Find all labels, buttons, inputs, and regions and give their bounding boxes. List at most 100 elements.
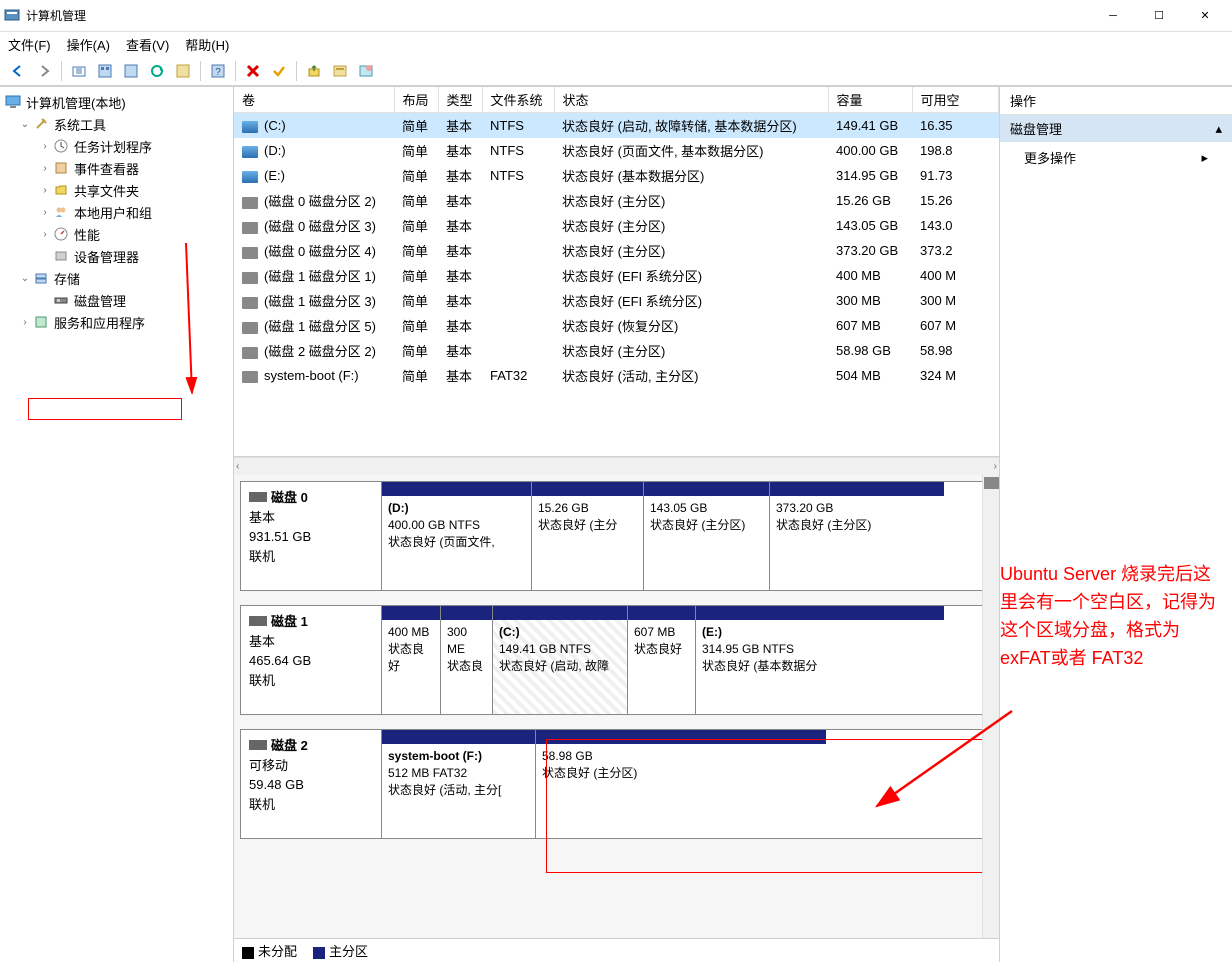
col-free[interactable]: 可用空 — [912, 87, 999, 113]
expand-icon[interactable]: › — [38, 207, 52, 218]
volume-icon — [242, 322, 258, 334]
tools-icon — [32, 116, 50, 132]
menubar: 文件(F) 操作(A) 查看(V) 帮助(H) — [0, 32, 1232, 56]
col-volume[interactable]: 卷 — [234, 87, 394, 113]
partition[interactable]: system-boot (F:)512 MB FAT32状态良好 (活动, 主分… — [382, 730, 536, 838]
menu-view[interactable]: 查看(V) — [126, 35, 169, 54]
actions-section[interactable]: 磁盘管理 ▴ — [1000, 115, 1232, 142]
table-row[interactable]: (磁盘 1 磁盘分区 1)简单基本状态良好 (EFI 系统分区)400 MB40… — [234, 263, 999, 288]
view-button-3[interactable] — [171, 59, 195, 83]
table-row[interactable]: (C:)简单基本NTFS状态良好 (启动, 故障转储, 基本数据分区)149.4… — [234, 113, 999, 139]
disk-row: 磁盘 1基本465.64 GB联机400 MB状态良好300 ME状态良(C:)… — [240, 605, 993, 715]
expand-icon[interactable]: › — [38, 229, 52, 240]
tree-system-tools[interactable]: ⌄ 系统工具 — [0, 113, 233, 135]
table-row[interactable]: (磁盘 0 磁盘分区 4)简单基本状态良好 (主分区)373.20 GB373.… — [234, 238, 999, 263]
table-row[interactable]: system-boot (F:)简单基本FAT32状态良好 (活动, 主分区)5… — [234, 363, 999, 388]
tree-root[interactable]: 计算机管理(本地) — [0, 91, 233, 113]
tree-shared-folders[interactable]: › 共享文件夹 — [0, 179, 233, 201]
partition[interactable]: 58.98 GB状态良好 (主分区) — [536, 730, 826, 838]
disk-icon — [249, 740, 267, 750]
back-button[interactable] — [6, 59, 30, 83]
tool-button-1[interactable] — [302, 59, 326, 83]
expand-icon[interactable]: › — [38, 163, 52, 174]
expand-icon[interactable]: › — [38, 185, 52, 196]
partition[interactable]: (D:)400.00 GB NTFS状态良好 (页面文件, — [382, 482, 532, 590]
partition[interactable]: (C:)149.41 GB NTFS状态良好 (启动, 故障 — [493, 606, 628, 714]
tree-label: 事件查看器 — [74, 159, 139, 178]
table-row[interactable]: (E:)简单基本NTFS状态良好 (基本数据分区)314.95 GB91.73 — [234, 163, 999, 188]
folder-icon — [52, 182, 70, 198]
table-row[interactable]: (磁盘 0 磁盘分区 2)简单基本状态良好 (主分区)15.26 GB15.26 — [234, 188, 999, 213]
disk-partitions: (D:)400.00 GB NTFS状态良好 (页面文件,15.26 GB状态良… — [382, 481, 993, 591]
refresh-button[interactable] — [145, 59, 169, 83]
tree-services[interactable]: › 服务和应用程序 — [0, 311, 233, 333]
table-row[interactable]: (磁盘 1 磁盘分区 5)简单基本状态良好 (恢复分区)607 MB607 M — [234, 313, 999, 338]
window-title: 计算机管理 — [26, 7, 1090, 24]
tree-storage[interactable]: ⌄ 存储 — [0, 267, 233, 289]
view-button-1[interactable] — [93, 59, 117, 83]
col-type[interactable]: 类型 — [438, 87, 482, 113]
volume-icon — [242, 146, 258, 158]
tree-disk-management[interactable]: 磁盘管理 — [0, 289, 233, 311]
menu-help[interactable]: 帮助(H) — [185, 35, 229, 54]
close-button[interactable]: ✕ — [1182, 1, 1228, 31]
disk-info[interactable]: 磁盘 2可移动59.48 GB联机 — [240, 729, 382, 839]
scroll-left-icon[interactable]: ‹ — [236, 461, 239, 472]
tree-task-scheduler[interactable]: › 任务计划程序 — [0, 135, 233, 157]
up-button[interactable] — [67, 59, 91, 83]
help-button[interactable]: ? — [206, 59, 230, 83]
tree-label: 任务计划程序 — [74, 137, 152, 156]
maximize-button[interactable]: ☐ — [1136, 1, 1182, 31]
tool-button-2[interactable] — [328, 59, 352, 83]
tool-button-3[interactable] — [354, 59, 378, 83]
partition[interactable]: 300 ME状态良 — [441, 606, 493, 714]
check-button[interactable] — [267, 59, 291, 83]
partition[interactable]: (E:)314.95 GB NTFS状态良好 (基本数据分 — [696, 606, 944, 714]
disk-row: 磁盘 0基本931.51 GB联机(D:)400.00 GB NTFS状态良好 … — [240, 481, 993, 591]
table-row[interactable]: (磁盘 0 磁盘分区 3)简单基本状态良好 (主分区)143.05 GB143.… — [234, 213, 999, 238]
minimize-button[interactable]: ─ — [1090, 1, 1136, 31]
partition[interactable]: 143.05 GB状态良好 (主分区) — [644, 482, 770, 590]
delete-button[interactable] — [241, 59, 265, 83]
tree-device-manager[interactable]: 设备管理器 — [0, 245, 233, 267]
table-row[interactable]: (磁盘 2 磁盘分区 2)简单基本状态良好 (主分区)58.98 GB58.98 — [234, 338, 999, 363]
disk-row: 磁盘 2可移动59.48 GB联机system-boot (F:)512 MB … — [240, 729, 993, 839]
scroll-right-icon[interactable]: › — [994, 461, 997, 472]
disk-info[interactable]: 磁盘 0基本931.51 GB联机 — [240, 481, 382, 591]
tree-label: 系统工具 — [54, 115, 106, 134]
col-status[interactable]: 状态 — [554, 87, 828, 113]
table-row[interactable]: (D:)简单基本NTFS状态良好 (页面文件, 基本数据分区)400.00 GB… — [234, 138, 999, 163]
event-icon — [52, 160, 70, 176]
col-layout[interactable]: 布局 — [394, 87, 438, 113]
horizontal-scrollbar[interactable]: ‹ › — [234, 457, 999, 475]
collapse-icon[interactable]: ⌄ — [18, 119, 32, 130]
collapse-icon[interactable]: ▴ — [1215, 121, 1222, 137]
menu-action[interactable]: 操作(A) — [67, 35, 110, 54]
services-icon — [32, 314, 50, 330]
view-button-2[interactable] — [119, 59, 143, 83]
tree-local-users[interactable]: › 本地用户和组 — [0, 201, 233, 223]
collapse-icon[interactable]: ⌄ — [18, 273, 32, 284]
vertical-scrollbar[interactable] — [982, 475, 999, 938]
col-capacity[interactable]: 容量 — [828, 87, 912, 113]
tree-label: 磁盘管理 — [74, 291, 126, 310]
disk-info[interactable]: 磁盘 1基本465.64 GB联机 — [240, 605, 382, 715]
forward-button[interactable] — [32, 59, 56, 83]
tree-label: 本地用户和组 — [74, 203, 152, 222]
table-row[interactable]: (磁盘 1 磁盘分区 3)简单基本状态良好 (EFI 系统分区)300 MB30… — [234, 288, 999, 313]
partition[interactable]: 15.26 GB状态良好 (主分 — [532, 482, 644, 590]
expand-icon[interactable]: › — [18, 317, 32, 328]
performance-icon — [52, 226, 70, 242]
menu-file[interactable]: 文件(F) — [8, 35, 51, 54]
col-filesystem[interactable]: 文件系统 — [482, 87, 554, 113]
tree-event-viewer[interactable]: › 事件查看器 — [0, 157, 233, 179]
partition[interactable]: 373.20 GB状态良好 (主分区) — [770, 482, 944, 590]
partition[interactable]: 400 MB状态良好 — [382, 606, 441, 714]
partition[interactable]: 607 MB状态良好 — [628, 606, 696, 714]
volume-list[interactable]: 卷 布局 类型 文件系统 状态 容量 可用空 (C:)简单基本NTFS状态良好 … — [234, 87, 999, 457]
app-icon — [4, 8, 20, 24]
actions-more[interactable]: 更多操作 ▸ — [1000, 142, 1232, 173]
expand-icon[interactable]: › — [38, 141, 52, 152]
tree-performance[interactable]: › 性能 — [0, 223, 233, 245]
users-icon — [52, 204, 70, 220]
